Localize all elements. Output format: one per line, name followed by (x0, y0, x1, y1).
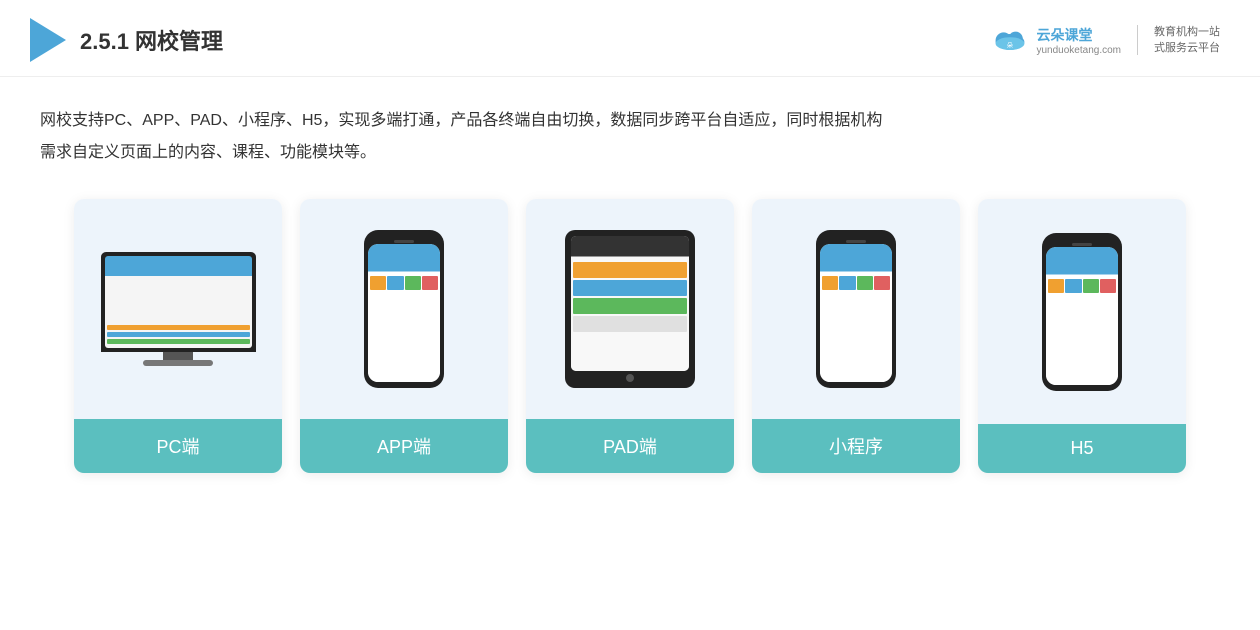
card-app: APP端 (300, 199, 508, 473)
phone-grid-h5-3 (1083, 279, 1099, 293)
phone-grid-h5-1 (1048, 279, 1064, 293)
phone-grid-mini (820, 274, 892, 292)
card-h5: H5 (978, 199, 1186, 473)
card-label-pc: PC端 (74, 419, 282, 473)
pc-base (143, 360, 213, 366)
phone-mockup-mini (816, 230, 896, 388)
card-pc: PC端 (74, 199, 282, 473)
header-left: 2.5.1 网校管理 (30, 18, 223, 62)
pad-home-button (626, 374, 634, 382)
card-image-app (300, 199, 508, 419)
phone-grid-item-2 (387, 276, 403, 290)
phone-grid-h5-2 (1065, 279, 1081, 293)
title-prefix: 2.5.1 (80, 29, 135, 54)
brand-name: 云朵课堂 (1036, 25, 1121, 45)
pc-screen-inner (105, 256, 252, 348)
phone-screen-mini (820, 244, 892, 382)
card-label-pad: PAD端 (526, 419, 734, 473)
page: 2.5.1 网校管理 朵 云朵课堂 yunduoketang.com 教育 (0, 0, 1260, 630)
pc-bar-2 (107, 332, 250, 337)
phone-mockup-app (364, 230, 444, 388)
card-label-h5: H5 (978, 424, 1186, 473)
phone-screen-app (368, 244, 440, 382)
card-image-pad (526, 199, 734, 419)
card-pad: PAD端 (526, 199, 734, 473)
brand-text-block: 云朵课堂 yunduoketang.com (1036, 25, 1121, 56)
pc-screen-content (105, 256, 252, 348)
pc-screen-bars (105, 323, 252, 348)
card-image-h5 (978, 199, 1186, 424)
pad-row-1 (573, 262, 687, 278)
phone-grid-item-4 (422, 276, 438, 290)
brand-icon: 朵 云朵课堂 yunduoketang.com (990, 25, 1121, 56)
phone-grid-mini-4 (874, 276, 890, 290)
description-line1: 网校支持PC、APP、PAD、小程序、H5，实现多端打通，产品各终端自由切换，数… (40, 105, 1220, 137)
description-block: 网校支持PC、APP、PAD、小程序、H5，实现多端打通，产品各终端自由切换，数… (0, 77, 1260, 179)
svg-text:朵: 朵 (1007, 41, 1014, 49)
pc-neck (163, 352, 193, 360)
pc-screen-outer (101, 252, 256, 352)
header-divider (1137, 25, 1138, 55)
logo-arrow-icon (30, 18, 66, 62)
card-mini: 小程序 (752, 199, 960, 473)
page-title: 2.5.1 网校管理 (80, 24, 223, 56)
brand-tagline-1: 教育机构一站 (1154, 24, 1220, 41)
phone-grid-h5-4 (1100, 279, 1116, 293)
phone-grid-h5 (1046, 277, 1118, 295)
pad-screen-content (571, 236, 689, 371)
phone-screen-content-mini (820, 244, 892, 382)
header: 2.5.1 网校管理 朵 云朵课堂 yunduoketang.com 教育 (0, 0, 1260, 77)
pad-row-3 (573, 298, 687, 314)
title-bold: 网校管理 (135, 29, 223, 54)
phone-grid-mini-3 (857, 276, 873, 290)
phone-grid-item-1 (370, 276, 386, 290)
pad-row-2 (573, 280, 687, 296)
brand-tagline: 教育机构一站 式服务云平台 (1154, 24, 1220, 57)
pad-rows (571, 260, 689, 336)
pad-screen (571, 236, 689, 371)
phone-screen-content-app (368, 244, 440, 382)
phone-screen-h5 (1046, 247, 1118, 385)
pc-bar-1 (107, 325, 250, 330)
brand-logo: 朵 云朵课堂 yunduoketang.com 教育机构一站 式服务云平台 (990, 24, 1220, 57)
cards-area: PC端 (0, 179, 1260, 493)
brand-tagline-2: 式服务云平台 (1154, 40, 1220, 57)
phone-grid-app (368, 274, 440, 292)
card-label-app: APP端 (300, 419, 508, 473)
cloud-logo-icon: 朵 (990, 26, 1030, 54)
phone-grid-mini-2 (839, 276, 855, 290)
pad-row-4 (573, 316, 687, 332)
brand-url: yunduoketang.com (1036, 45, 1121, 56)
card-image-mini (752, 199, 960, 419)
description-line2: 需求自定义页面上的内容、课程、功能模块等。 (40, 137, 1220, 169)
pc-bar-3 (107, 339, 250, 344)
phone-grid-item-3 (405, 276, 421, 290)
phone-screen-content-h5 (1046, 247, 1118, 385)
pad-mockup (565, 230, 695, 388)
card-image-pc (74, 199, 282, 419)
card-label-mini: 小程序 (752, 419, 960, 473)
phone-grid-mini-1 (822, 276, 838, 290)
phone-mockup-h5 (1042, 233, 1122, 391)
pc-mockup (98, 252, 258, 366)
